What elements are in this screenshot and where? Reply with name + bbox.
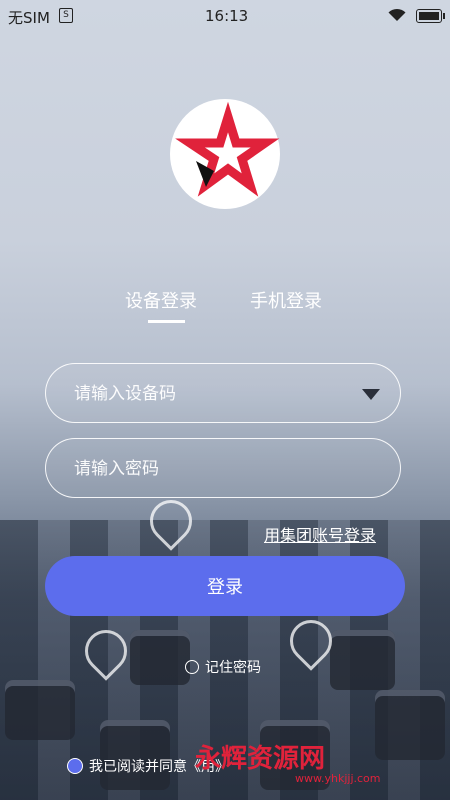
remember-checkbox[interactable]	[185, 660, 199, 674]
tab-device-login[interactable]: 设备登录	[125, 287, 197, 313]
device-code-field[interactable]	[45, 363, 401, 424]
background-car	[330, 630, 395, 690]
watermark-url: www.yhkjjj.com	[295, 772, 381, 785]
wifi-icon	[388, 8, 406, 21]
background-car	[5, 680, 75, 740]
remember-label: 记住密码	[205, 660, 261, 676]
remember-password[interactable]: 记住密码	[185, 657, 261, 677]
password-input[interactable]	[72, 439, 356, 499]
watermark-text: 永辉资源网	[195, 744, 326, 774]
watermark: 永辉资源网 www.yhkjjj.com	[195, 738, 381, 785]
dropdown-arrow-icon[interactable]	[362, 389, 380, 400]
password-field[interactable]	[45, 438, 401, 499]
login-button[interactable]: 登录	[45, 556, 405, 616]
agreement-checkbox[interactable]	[67, 758, 83, 774]
map-pin-icon	[76, 621, 136, 681]
background-car	[375, 690, 445, 760]
app-logo	[170, 99, 280, 209]
background-car	[130, 630, 190, 685]
star-logo-icon	[175, 101, 280, 197]
status-bar: 无SIM S 16:13	[0, 0, 450, 32]
background-car	[100, 720, 170, 790]
sim-card-icon: S	[59, 8, 73, 23]
carrier-label: 无SIM	[8, 9, 50, 27]
device-code-input[interactable]	[72, 364, 356, 424]
tab-phone-login[interactable]: 手机登录	[250, 287, 322, 313]
group-account-login-link[interactable]: 用集团账号登录	[264, 522, 376, 546]
battery-icon	[416, 9, 445, 23]
clock: 16:13	[205, 7, 249, 25]
active-tab-indicator	[148, 320, 185, 323]
